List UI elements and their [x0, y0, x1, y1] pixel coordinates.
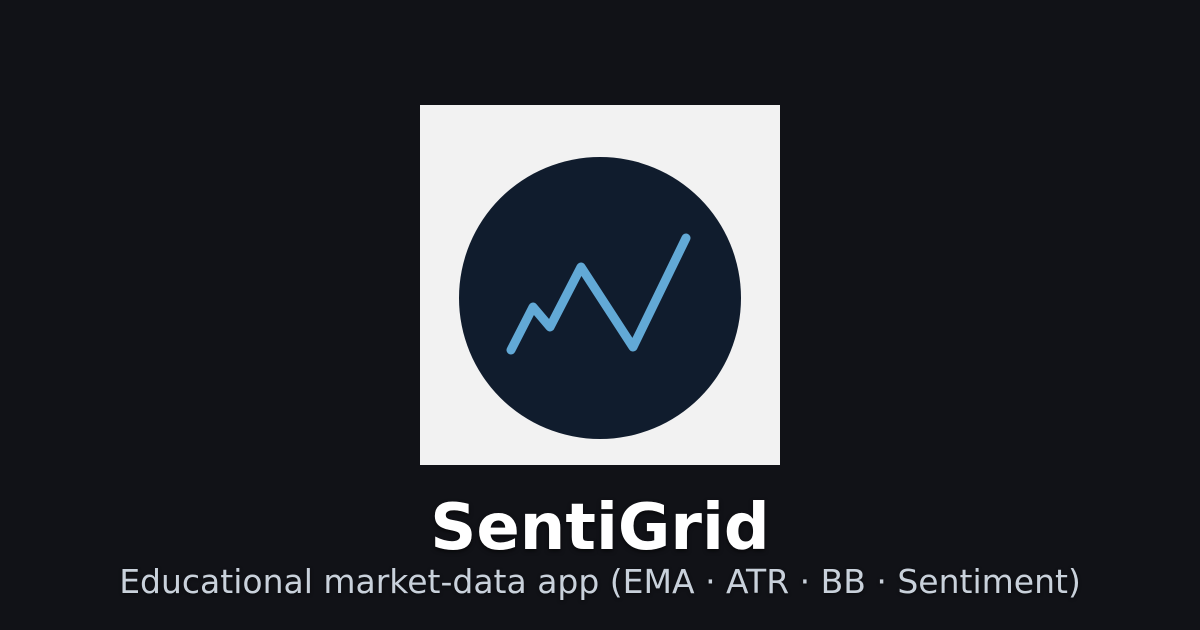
app-logo [420, 105, 780, 465]
trend-line-chart-icon [459, 157, 741, 439]
app-title: SentiGrid [430, 491, 770, 565]
app-subtitle: Educational market-data app (EMA · ATR ·… [119, 562, 1081, 601]
